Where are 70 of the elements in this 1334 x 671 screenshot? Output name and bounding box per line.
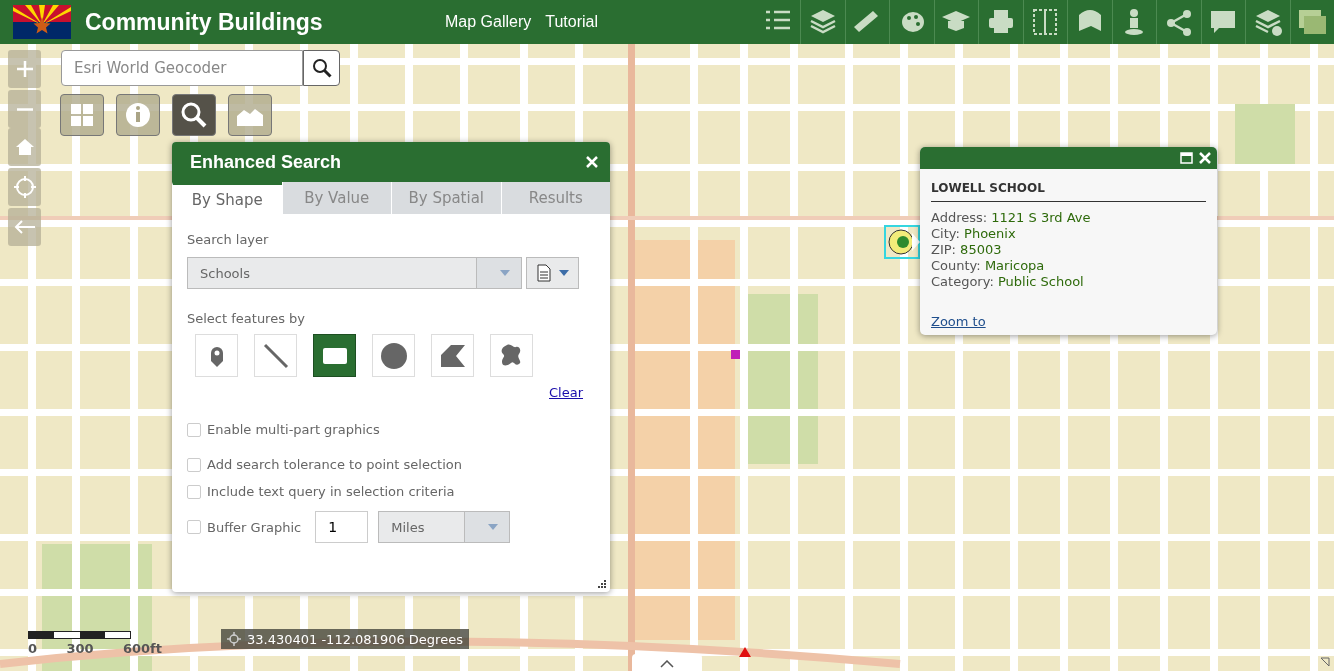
rectangle-tool-button[interactable] xyxy=(313,334,356,377)
park-area xyxy=(1235,104,1295,164)
polygon-tool-button[interactable] xyxy=(431,334,474,377)
panel-title: Enhanced Search xyxy=(190,151,342,173)
checkbox[interactable] xyxy=(187,422,201,437)
info-widget-button[interactable] xyxy=(116,94,160,136)
grid-widget-button[interactable] xyxy=(60,94,104,136)
field-label: Search layer xyxy=(187,232,269,247)
option-label: Add search tolerance to point selection xyxy=(207,457,462,472)
maximize-icon xyxy=(1180,152,1193,164)
elevation-widget-button[interactable] xyxy=(228,94,272,136)
caret-icon xyxy=(558,270,569,276)
caret-icon xyxy=(500,270,510,276)
triangle-marker-icon xyxy=(739,647,751,657)
geocoder-search-field[interactable]: Esri World Geocoder xyxy=(61,50,303,86)
caret-icon xyxy=(488,524,499,530)
pin-tool-button[interactable] xyxy=(195,334,238,377)
app-title: Community Buildings xyxy=(85,8,324,36)
crosshair-icon xyxy=(13,176,36,198)
resize-grip-icon[interactable] xyxy=(598,580,607,589)
search-widget-button[interactable] xyxy=(172,94,216,136)
buffer-distance-field[interactable]: 1 xyxy=(315,511,369,543)
circle-icon xyxy=(378,340,409,371)
field-label: Select features by xyxy=(187,311,306,326)
attribute-text: Category: Public School xyxy=(931,274,1085,290)
circle-tool-button[interactable] xyxy=(372,334,415,377)
scale-label: 300 xyxy=(66,641,94,656)
arrow-left-icon xyxy=(13,220,36,234)
option-label: Enable multi-part graphics xyxy=(207,422,380,437)
option-label: Include text query in selection criteria xyxy=(207,484,455,499)
freehand-shape-tool-button[interactable] xyxy=(490,334,533,377)
checkbox[interactable] xyxy=(187,520,201,534)
options-dropdown-button[interactable] xyxy=(526,257,579,289)
plus-icon xyxy=(15,60,34,78)
resize-corner-icon xyxy=(1320,657,1330,667)
minus-icon xyxy=(15,107,34,111)
checkbox[interactable] xyxy=(187,457,201,472)
crosshair-icon xyxy=(227,632,241,646)
chevron-up-icon xyxy=(660,660,674,668)
scale-label: 600ft xyxy=(122,641,162,656)
attribute-text: ZIP: 85003 xyxy=(931,242,1003,258)
header-link[interactable]: Map Gallery xyxy=(445,13,532,31)
home-icon xyxy=(14,138,35,156)
header-link[interactable]: Tutorial xyxy=(545,13,598,31)
attribute-text: City: Phoenix xyxy=(931,226,1017,242)
line-tool-button[interactable] xyxy=(254,334,297,377)
close-icon xyxy=(1199,152,1211,164)
option-label: Buffer Graphic xyxy=(207,519,302,535)
popup-title: LOWELL SCHOOL xyxy=(931,181,1206,202)
clear-link[interactable]: Clear xyxy=(549,385,583,400)
search-icon xyxy=(179,100,209,130)
search-icon xyxy=(311,58,332,78)
scale-label: 0 xyxy=(28,641,38,656)
square-marker-icon xyxy=(731,350,740,359)
attribute-text: County: Maricopa xyxy=(931,258,1046,274)
close-button[interactable] xyxy=(1199,152,1211,164)
zoom-to-link[interactable]: Zoom to xyxy=(931,314,986,329)
layer-dropdown[interactable]: Schools xyxy=(187,257,522,289)
checkbox[interactable] xyxy=(187,484,201,499)
maximize-button[interactable] xyxy=(1180,152,1193,164)
expand-button[interactable] xyxy=(632,654,702,671)
unit-dropdown[interactable]: Miles xyxy=(378,511,511,543)
coordinates-text: 33.430401 -112.081906 Degrees xyxy=(247,631,463,647)
document-icon xyxy=(536,264,551,282)
info-icon xyxy=(123,100,153,130)
close-icon xyxy=(586,155,598,168)
attribute-text: Address: 1121 S 3rd Ave xyxy=(931,210,1092,226)
tab[interactable]: By Shape xyxy=(172,182,282,214)
state-flag-icon xyxy=(13,5,71,39)
search-button[interactable] xyxy=(303,50,340,86)
